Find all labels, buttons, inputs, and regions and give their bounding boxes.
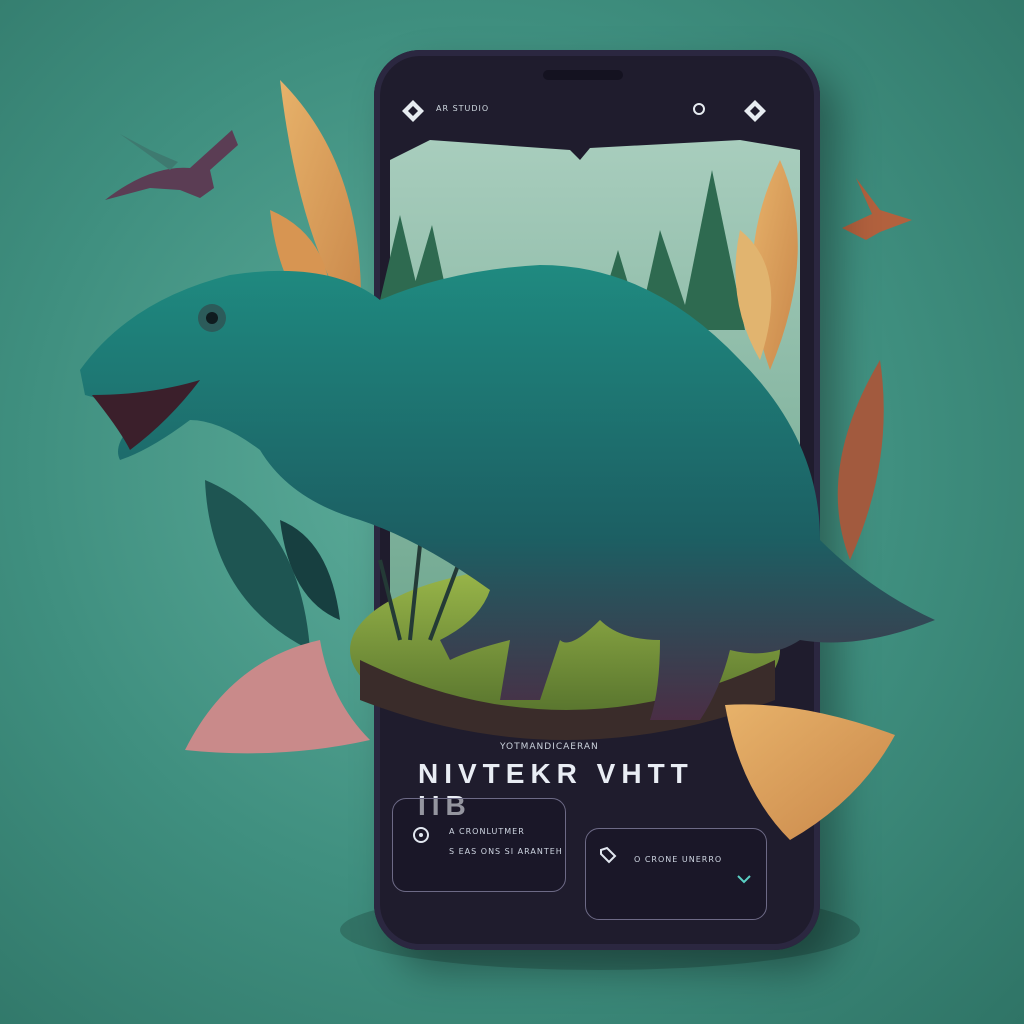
location-icon <box>413 827 429 843</box>
card-right-line1: O CRONE UNERRO <box>634 855 723 864</box>
info-card-left[interactable]: A CRONLUTMER S EAS ONS SI ARANTEH <box>392 798 566 892</box>
phone-notch <box>543 70 623 80</box>
gold-leaf-bottom-right <box>725 704 895 840</box>
app-name: AR STUDIO <box>436 104 490 113</box>
diamond-logo-icon[interactable] <box>400 98 426 124</box>
rust-leaf-right <box>837 360 884 560</box>
dark-leaves-left <box>205 480 340 650</box>
app-header: AR STUDIO <box>400 98 780 124</box>
chevron-down-icon[interactable] <box>736 873 752 885</box>
info-card-right[interactable]: O CRONE UNERRO <box>585 828 767 920</box>
pink-leaf-bottom-left <box>185 640 370 754</box>
card-left-line2: S EAS ONS SI ARANTEH <box>449 847 563 856</box>
card-left-line1: A CRONLUTMER <box>449 827 525 836</box>
tag-icon <box>600 846 617 864</box>
diamond-icon[interactable] <box>742 98 768 124</box>
subtitle: YOTMANDICAERAN <box>500 742 599 752</box>
circle-icon[interactable] <box>692 102 706 116</box>
